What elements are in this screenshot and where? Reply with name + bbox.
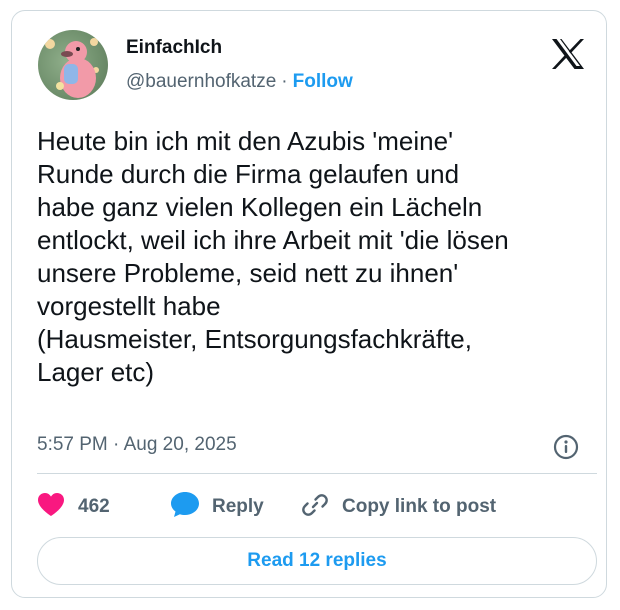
avatar[interactable] xyxy=(38,30,108,100)
read-replies-button[interactable]: Read 12 replies xyxy=(37,537,597,585)
divider xyxy=(37,473,597,474)
follow-button[interactable]: Follow xyxy=(293,71,353,92)
tweet-text: Heute bin ich mit den Azubis 'meine' Run… xyxy=(37,126,509,387)
x-logo-icon[interactable] xyxy=(551,38,585,70)
copy-link-button[interactable]: Copy link to post xyxy=(301,491,496,523)
link-icon xyxy=(301,491,329,524)
like-button[interactable]: 462 xyxy=(37,491,110,523)
copy-link-label: Copy link to post xyxy=(342,496,497,517)
reply-button[interactable]: Reply xyxy=(170,491,264,523)
display-name[interactable]: EinfachIch xyxy=(126,37,222,59)
separator-dot: · xyxy=(281,71,288,92)
info-icon[interactable] xyxy=(553,434,579,460)
tweet-card: EinfachIch @bauernhofkatze · Follow Heute … xyxy=(11,10,607,598)
handle-row: @bauernhofkatze · Follow xyxy=(126,71,353,93)
heart-icon xyxy=(37,492,65,522)
speech-bubble-icon xyxy=(170,491,200,523)
reply-label: Reply xyxy=(212,496,264,517)
user-handle[interactable]: @bauernhofkatze xyxy=(126,71,276,92)
like-count: 462 xyxy=(78,496,110,517)
timestamp[interactable]: 5:57 PM · Aug 20, 2025 xyxy=(37,434,237,456)
